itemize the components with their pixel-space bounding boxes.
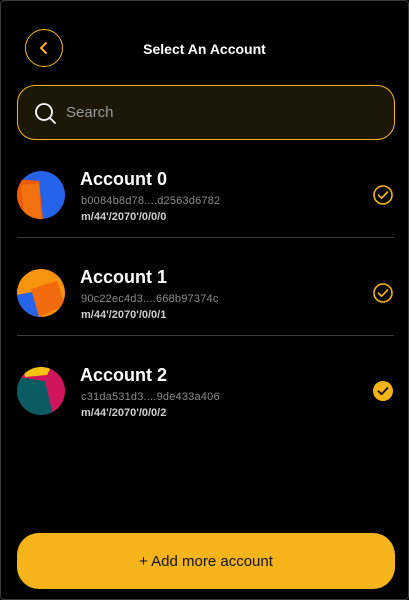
account-item-1[interactable]: Account 1 90c22ec4d3....668b97374c m/44'…	[1, 256, 409, 354]
account-name: Account 0	[80, 169, 168, 189]
derivation-path: m/44'/2070'/0/0/2	[81, 407, 167, 419]
account-avatar	[17, 269, 65, 317]
account-avatar	[17, 171, 65, 219]
account-item-2[interactable]: Account 2 c31da531d3....9de433a406 m/44'…	[1, 354, 409, 452]
check-circle-outline-icon[interactable]	[372, 282, 394, 304]
account-selector-panel: Select An Account Account 0 b0084b8d78..…	[0, 0, 409, 600]
page-title: Select An Account	[143, 41, 266, 57]
account-name: Account 1	[80, 267, 168, 287]
check-circle-outline-icon[interactable]	[372, 184, 394, 206]
divider	[17, 237, 394, 238]
search-bar[interactable]	[17, 85, 395, 140]
check-circle-filled-icon[interactable]	[372, 380, 394, 402]
search-icon	[34, 102, 56, 124]
account-address: 90c22ec4d3....668b97374c	[81, 293, 219, 305]
divider	[17, 335, 394, 336]
account-item-0[interactable]: Account 0 b0084b8d78....d2563d6782 m/44'…	[1, 158, 409, 256]
account-avatar	[17, 367, 65, 415]
account-name: Account 2	[80, 365, 168, 385]
derivation-path: m/44'/2070'/0/0/1	[81, 309, 167, 321]
account-address: c31da531d3....9de433a406	[81, 391, 220, 403]
add-account-button[interactable]: + Add more account	[17, 533, 395, 589]
derivation-path: m/44'/2070'/0/0/0	[81, 211, 167, 223]
account-address: b0084b8d78....d2563d6782	[81, 195, 221, 207]
search-input[interactable]	[66, 104, 366, 121]
